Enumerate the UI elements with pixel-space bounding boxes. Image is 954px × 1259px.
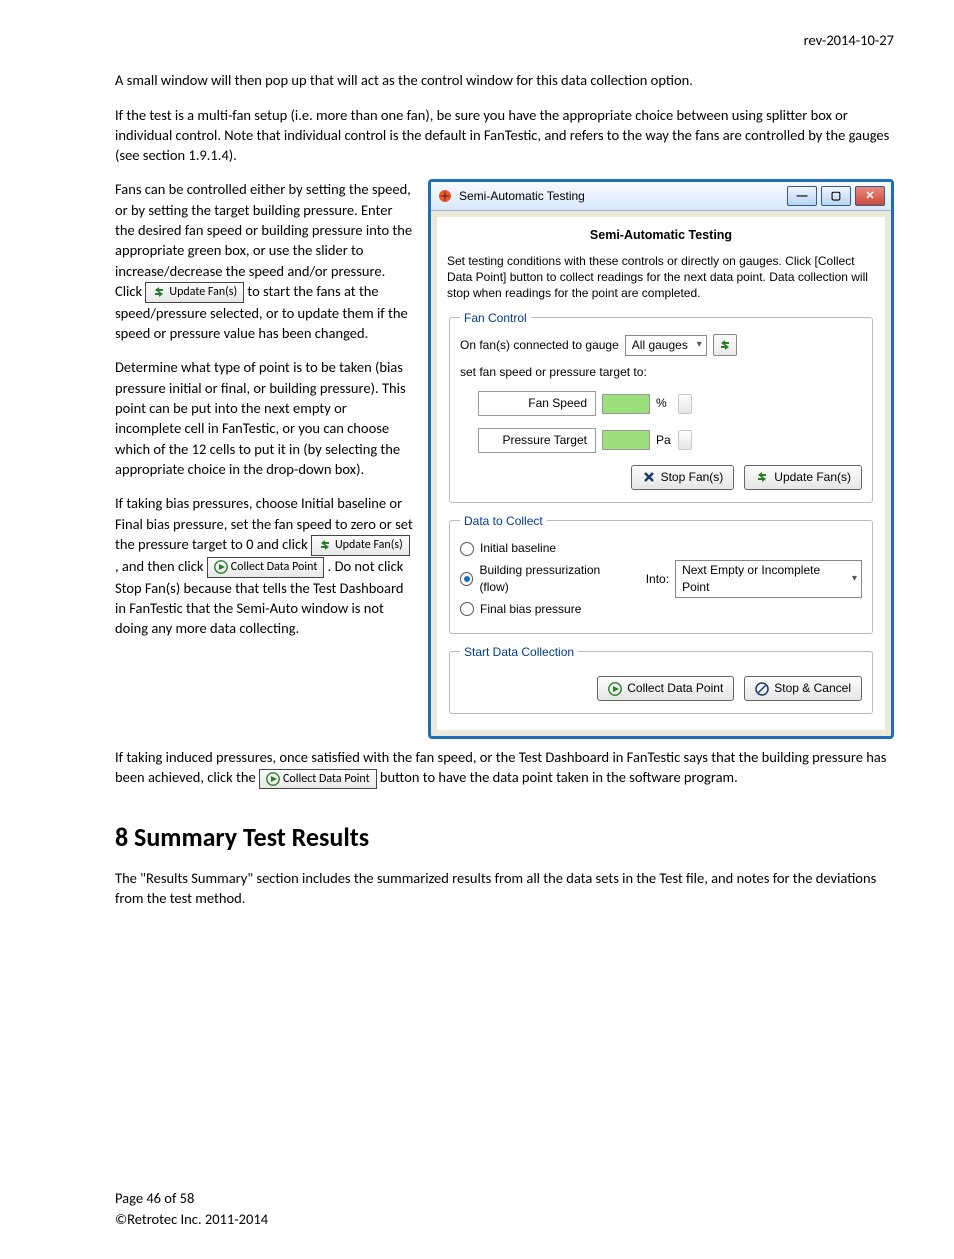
radio-final-bias[interactable] [460,602,474,616]
stop-icon [755,682,769,696]
section-8-paragraph: The "Results Summary" section includes t… [115,868,894,909]
fan-control-legend: Fan Control [460,310,531,327]
update-fans-button[interactable]: Update Fan(s) [744,465,862,490]
collect-data-point-button[interactable]: Collect Data Point [597,676,734,701]
window-title: Semi-Automatic Testing [459,188,585,205]
opt-final-bias: Final bias pressure [480,601,581,618]
pressure-target-input[interactable] [602,430,650,450]
stop-fans-label: Stop Fan(s) [661,469,724,486]
inline-collect-data-button[interactable]: Collect Data Point [207,557,325,578]
minimize-button[interactable]: — [787,186,817,206]
swap-icon [718,338,732,352]
window-heading: Semi-Automatic Testing [447,227,875,245]
start-collection-group: Start Data Collection Collect Data Point… [449,644,873,715]
paragraph-multifan: If the test is a multi-fan setup (i.e. m… [115,105,894,166]
pressure-target-label: Pressure Target [478,428,596,453]
stop-fans-button[interactable]: Stop Fan(s) [631,465,735,490]
opt-initial-baseline: Initial baseline [480,540,556,557]
pressure-slider[interactable] [678,430,692,450]
semi-auto-window: Semi-Automatic Testing — ▢ ✕ Semi-Automa… [428,179,894,739]
swap-icon [755,470,769,484]
set-speed-label: set fan speed or pressure target to: [460,364,647,381]
window-description: Set testing conditions with these contro… [447,253,875,302]
inline-collect-data-button-2[interactable]: Collect Data Point [259,769,377,790]
radio-initial-baseline[interactable] [460,542,474,556]
start-collection-legend: Start Data Collection [460,644,578,661]
revision-text: rev-2014-10-27 [115,30,894,50]
p5b: , and then click [115,557,207,575]
swap-icon [152,285,166,299]
into-label: Into: [646,571,669,588]
close-button[interactable]: ✕ [855,186,885,206]
play-icon [214,560,228,574]
radio-building-pressurization[interactable] [460,572,473,586]
play-icon [608,682,622,696]
copyright: ©Retrotec Inc. 2011-2014 [115,1209,894,1229]
inline-update-fans-button-2[interactable]: Update Fan(s) [311,535,410,556]
stop-cancel-button[interactable]: Stop & Cancel [744,676,862,701]
data-to-collect-legend: Data to Collect [460,513,547,530]
into-select[interactable]: Next Empty or Incomplete Point [675,560,862,598]
inline-collect-label-2: Collect Data Point [283,771,370,788]
fan-speed-label: Fan Speed [478,391,596,416]
x-icon [642,470,656,484]
window-titlebar: Semi-Automatic Testing — ▢ ✕ [431,182,891,211]
fan-speed-slider[interactable] [678,394,692,414]
on-fans-label: On fan(s) connected to gauge [460,337,619,354]
fan-speed-input[interactable] [602,394,650,414]
play-icon [266,772,280,786]
inline-update-fans-label-2: Update Fan(s) [335,537,403,554]
gauge-select[interactable]: All gauges [625,335,707,356]
swap-button[interactable] [713,334,737,356]
opt-building-pressurization: Building pressurization (flow) [479,562,625,596]
page-number: Page 46 of 58 [115,1188,894,1208]
maximize-button[interactable]: ▢ [821,186,851,206]
swap-icon [318,538,332,552]
fan-control-group: Fan Control On fan(s) connected to gauge… [449,310,873,503]
pressure-unit: Pa [656,432,672,449]
stop-cancel-label: Stop & Cancel [774,680,851,697]
p6b: button to have the data point taken in t… [380,768,738,786]
data-to-collect-group: Data to Collect Initial baseline Buildin… [449,513,873,634]
inline-update-fans-label: Update Fan(s) [169,284,237,301]
app-icon [437,188,453,204]
paragraph-intro: A small window will then pop up that wil… [115,70,894,90]
fan-speed-unit: % [656,395,672,412]
paragraph-induced: If taking induced pressures, once satisf… [115,747,894,789]
update-fans-label: Update Fan(s) [774,469,851,486]
section-8-heading: 8 Summary Test Results [115,819,894,855]
inline-collect-label: Collect Data Point [231,559,318,576]
inline-update-fans-button[interactable]: Update Fan(s) [145,282,244,303]
collect-label: Collect Data Point [627,680,723,697]
